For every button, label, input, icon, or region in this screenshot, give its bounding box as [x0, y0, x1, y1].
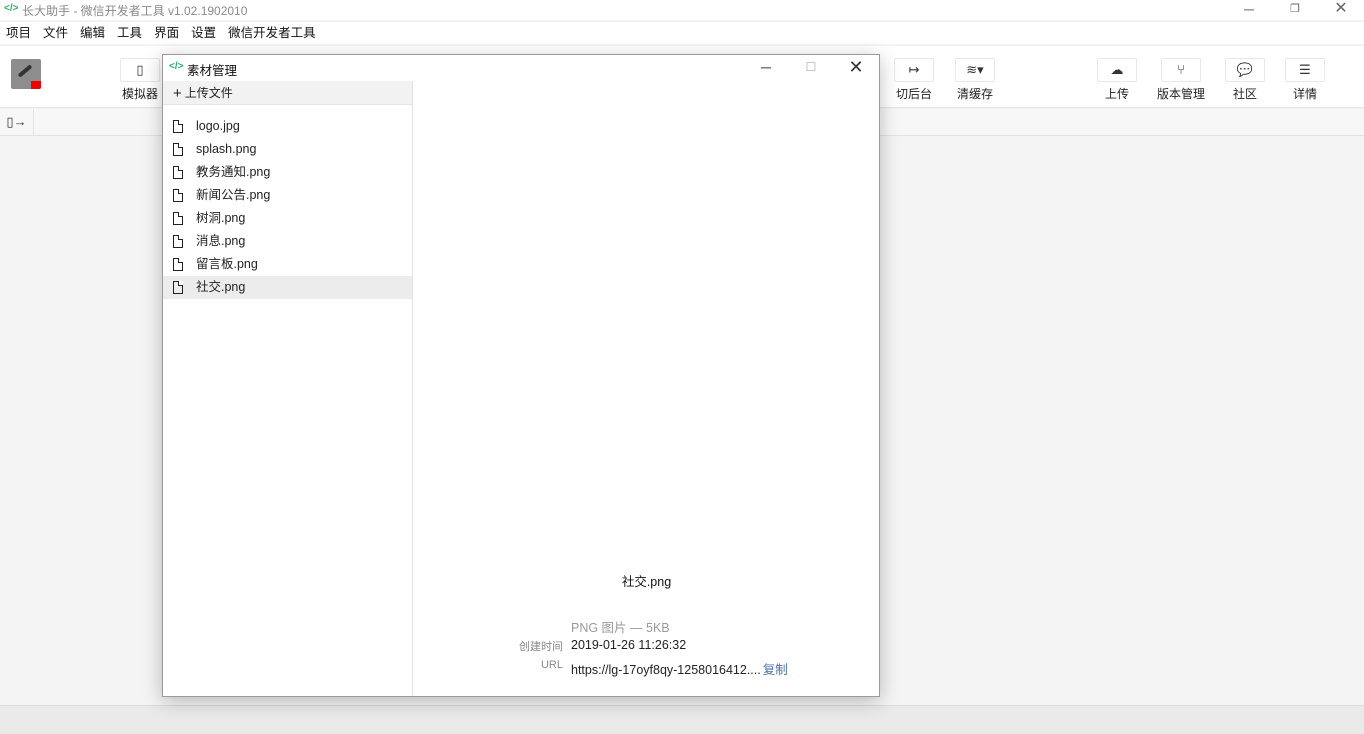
avatar-badge [31, 81, 41, 89]
file-item[interactable]: logo.jpg [163, 115, 412, 138]
file-name: 教务通知.png [196, 165, 271, 179]
close-button[interactable]: ✕ [1318, 0, 1364, 20]
dialog-maximize-button[interactable]: ☐ [788, 55, 834, 81]
asset-manager-dialog: </> 素材管理 ─ ☐ ✕ + 上传文件 logo.jpg splash.png… [162, 54, 880, 697]
toggle-panel-icon[interactable]: ▯→ [0, 109, 34, 135]
file-icon [173, 235, 183, 248]
file-item[interactable]: 消息.png [163, 230, 412, 253]
created-time-value: 2019-01-26 11:26:32 [571, 638, 687, 652]
file-icon [173, 281, 183, 294]
dialog-minimize-button[interactable]: ─ [743, 55, 789, 81]
menu-edit[interactable]: 编辑 [74, 22, 111, 44]
menu-wechat-devtools[interactable]: 微信开发者工具 [222, 22, 322, 44]
details-button[interactable]: ☰ 详情 [1285, 58, 1325, 102]
layers-icon: ≋▾ [955, 58, 995, 82]
minimize-button[interactable]: ─ [1226, 0, 1272, 20]
community-button[interactable]: 💬 社区 [1225, 58, 1265, 102]
clear-cache-label: 清缓存 [956, 87, 993, 101]
file-name: 留言板.png [196, 257, 258, 271]
file-item[interactable]: 树洞.png [163, 207, 412, 230]
version-management-label: 版本管理 [1157, 87, 1206, 101]
cloud-upload-icon: ☁ [1097, 58, 1137, 82]
file-name: logo.jpg [196, 119, 240, 133]
chat-bubble-icon: 💬 [1225, 58, 1265, 82]
phone-icon: ▯ [120, 58, 160, 82]
clear-cache-button[interactable]: ≋▾ 清缓存 [955, 58, 995, 102]
menu-settings[interactable]: 设置 [185, 22, 222, 44]
menu-bar: 项目 文件 编辑 工具 界面 设置 微信开发者工具 [0, 22, 1364, 44]
file-name: 树洞.png [196, 211, 246, 225]
avatar-stroke [17, 64, 33, 78]
code-brackets-icon: </> [4, 3, 19, 14]
dialog-titlebar: </> 素材管理 ─ ☐ ✕ [163, 55, 879, 81]
file-item[interactable]: 留言板.png [163, 253, 412, 276]
preview-file-name: 社交.png [621, 575, 672, 589]
dialog-close-button[interactable]: ✕ [833, 55, 879, 81]
file-icon [173, 258, 183, 271]
file-name: 社交.png [196, 280, 246, 294]
url-value[interactable]: https://lg-17oyf8qy-1258016412.... [571, 663, 761, 677]
dialog-title: 素材管理 [187, 64, 238, 78]
file-icon [173, 120, 183, 133]
branch-icon: ⑂ [1161, 58, 1201, 82]
file-item-selected[interactable]: 社交.png [163, 276, 412, 299]
menu-interface[interactable]: 界面 [148, 22, 185, 44]
file-icon [173, 166, 183, 179]
community-label: 社区 [1232, 87, 1257, 101]
file-type-size: PNG 图片 — 5KB [571, 621, 670, 635]
menu-tools[interactable]: 工具 [111, 22, 148, 44]
version-management-button[interactable]: ⑂ 版本管理 [1157, 58, 1205, 102]
menu-project[interactable]: 项目 [0, 22, 37, 44]
file-icon [173, 189, 183, 202]
upload-file-button[interactable]: + 上传文件 [163, 81, 412, 105]
code-brackets-icon: </> [169, 61, 184, 72]
restore-button[interactable]: ❐ [1272, 0, 1318, 20]
file-item[interactable]: 教务通知.png [163, 161, 412, 184]
avatar[interactable] [11, 59, 41, 89]
file-list: logo.jpg splash.png 教务通知.png 新闻公告.png 树洞… [163, 115, 412, 299]
simulator-button[interactable]: ▯ 模拟器 [120, 58, 160, 102]
simulator-label: 模拟器 [121, 87, 158, 101]
menu-icon: ☰ [1285, 58, 1325, 82]
upload-label: 上传 [1104, 87, 1129, 101]
menu-file[interactable]: 文件 [37, 22, 74, 44]
file-panel: + 上传文件 logo.jpg splash.png 教务通知.png 新闻公告.… [163, 81, 413, 696]
details-label: 详情 [1292, 87, 1317, 101]
copy-link[interactable]: 复制 [763, 663, 788, 677]
upload-file-label: 上传文件 [184, 86, 233, 100]
url-label: URL [540, 659, 563, 671]
file-item[interactable]: splash.png [163, 138, 412, 161]
file-icon [173, 212, 183, 225]
preview-panel: 社交.png PNG 图片 — 5KB 创建时间 2019-01-26 11:2… [414, 81, 879, 696]
switch-background-button[interactable]: ↦ 切后台 [894, 58, 934, 102]
file-name: 消息.png [196, 234, 246, 248]
window-title: 长大助手 - 微信开发者工具 v1.02.1902010 [22, 4, 248, 18]
window-titlebar: </> 长大助手 - 微信开发者工具 v1.02.1902010 ─ ❐ ✕ [0, 0, 1364, 20]
file-name: 新闻公告.png [196, 188, 271, 202]
file-icon [173, 143, 183, 156]
upload-button[interactable]: ☁ 上传 [1097, 58, 1137, 102]
file-name: splash.png [196, 142, 257, 156]
switch-background-label: 切后台 [895, 87, 932, 101]
url-value-wrap: https://lg-17oyf8qy-1258016412.... 复制 [571, 659, 788, 678]
status-bar [0, 705, 1364, 734]
file-item[interactable]: 新闻公告.png [163, 184, 412, 207]
switch-background-icon: ↦ [894, 58, 934, 82]
created-time-label: 创建时间 [519, 641, 563, 653]
plus-icon: + [173, 85, 182, 102]
